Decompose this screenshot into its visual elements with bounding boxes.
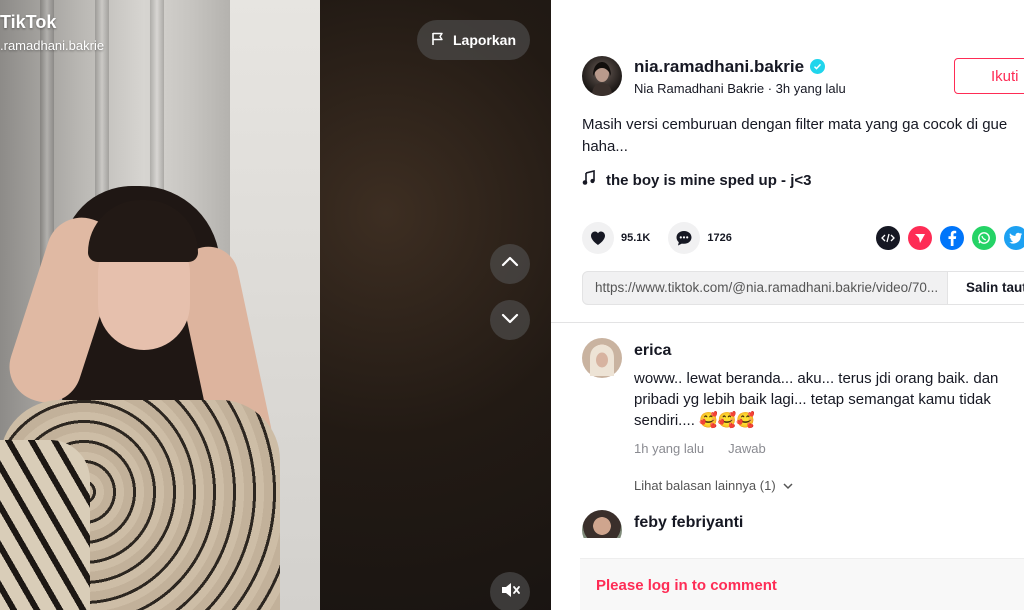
commenter-avatar[interactable] (582, 338, 622, 378)
music-note-icon (582, 169, 596, 190)
author-display-name: Nia Ramadhani Bakrie (634, 80, 765, 96)
comment-item: erica woww.. lewat beranda... aku... ter… (582, 338, 1022, 493)
like-count: 95.1K (621, 232, 651, 244)
report-button[interactable]: Laporkan (417, 20, 530, 60)
chevron-down-icon (782, 478, 794, 493)
embed-icon[interactable] (876, 226, 900, 250)
chevron-up-icon (499, 251, 521, 278)
divider (551, 322, 1024, 323)
comment-button[interactable]: 1726 (668, 222, 732, 254)
post-caption: Masih versi cemburuan dengan filter mata… (582, 114, 1024, 158)
facebook-icon[interactable] (940, 226, 964, 250)
caption-line: haha... (582, 138, 628, 155)
more-replies-label: Lihat balasan lainnya (1) (634, 478, 776, 493)
tiktok-watermark: TikTok (0, 12, 57, 32)
post-time: 3h yang lalu (775, 80, 846, 96)
twitter-icon[interactable] (1004, 226, 1024, 250)
view-more-replies[interactable]: Lihat balasan lainnya (1) (634, 478, 1024, 493)
comment-time: 1h yang lalu (634, 441, 705, 456)
author-info[interactable]: nia.ramadhani.bakrie Nia Ramadhani Bakri… (582, 56, 846, 96)
send-icon[interactable] (908, 226, 932, 250)
mute-button[interactable] (490, 572, 530, 610)
caption-line: Masih versi cemburuan dengan filter mata… (582, 116, 1008, 133)
heart-icon (582, 222, 614, 254)
video-player[interactable]: TikTok .ramadhani.bakrie Laporkan (0, 0, 551, 610)
follow-label: Ikuti (991, 67, 1019, 85)
video-link-box: https://www.tiktok.com/@nia.ramadhani.ba… (582, 271, 1024, 305)
comment-text: woww.. lewat beranda... aku... terus jdi… (634, 370, 999, 429)
pillow (0, 440, 90, 610)
mute-icon (499, 579, 521, 606)
comment-list-fade (551, 538, 1024, 558)
login-to-comment-link[interactable]: Please log in to comment (596, 577, 777, 594)
comment-login-bar[interactable]: Please log in to comment (580, 558, 1024, 610)
video-detail-panel: nia.ramadhani.bakrie Nia Ramadhani Bakri… (551, 0, 1024, 610)
music-link[interactable]: the boy is mine sped up - j<3 (582, 169, 812, 190)
comment-username[interactable]: erica (634, 342, 1024, 360)
comment-icon (668, 222, 701, 254)
next-video-button[interactable] (490, 300, 530, 340)
verified-badge-icon (810, 59, 826, 74)
author-handle[interactable]: nia.ramadhani.bakrie (634, 57, 804, 77)
watermark-username: .ramadhani.bakrie (0, 38, 105, 53)
whatsapp-icon[interactable] (972, 226, 996, 250)
comment-count: 1726 (707, 232, 732, 244)
like-button[interactable]: 95.1K (582, 222, 650, 254)
author-avatar[interactable] (582, 56, 622, 96)
follow-button[interactable]: Ikuti (954, 58, 1024, 94)
separator-dot: · (767, 80, 776, 96)
chevron-down-icon (499, 307, 521, 334)
previous-video-button[interactable] (490, 244, 530, 284)
video-link-input[interactable]: https://www.tiktok.com/@nia.ramadhani.ba… (583, 272, 948, 304)
copy-link-button[interactable]: Salin taut (948, 272, 1024, 304)
music-title: the boy is mine sped up - j<3 (606, 171, 812, 189)
report-label: Laporkan (452, 32, 516, 48)
reply-button[interactable]: Jawab (728, 441, 766, 456)
comment-username[interactable]: feby febriyanti (634, 514, 743, 532)
comment-list: erica woww.. lewat beranda... aku... ter… (582, 338, 1022, 493)
share-buttons (876, 226, 1024, 250)
tiktok-page: TikTok .ramadhani.bakrie Laporkan nia.ra… (0, 0, 1024, 610)
engagement-stats: 95.1K 1726 (582, 222, 750, 254)
video-frame[interactable]: TikTok .ramadhani.bakrie (0, 0, 320, 610)
flag-icon (431, 32, 445, 49)
